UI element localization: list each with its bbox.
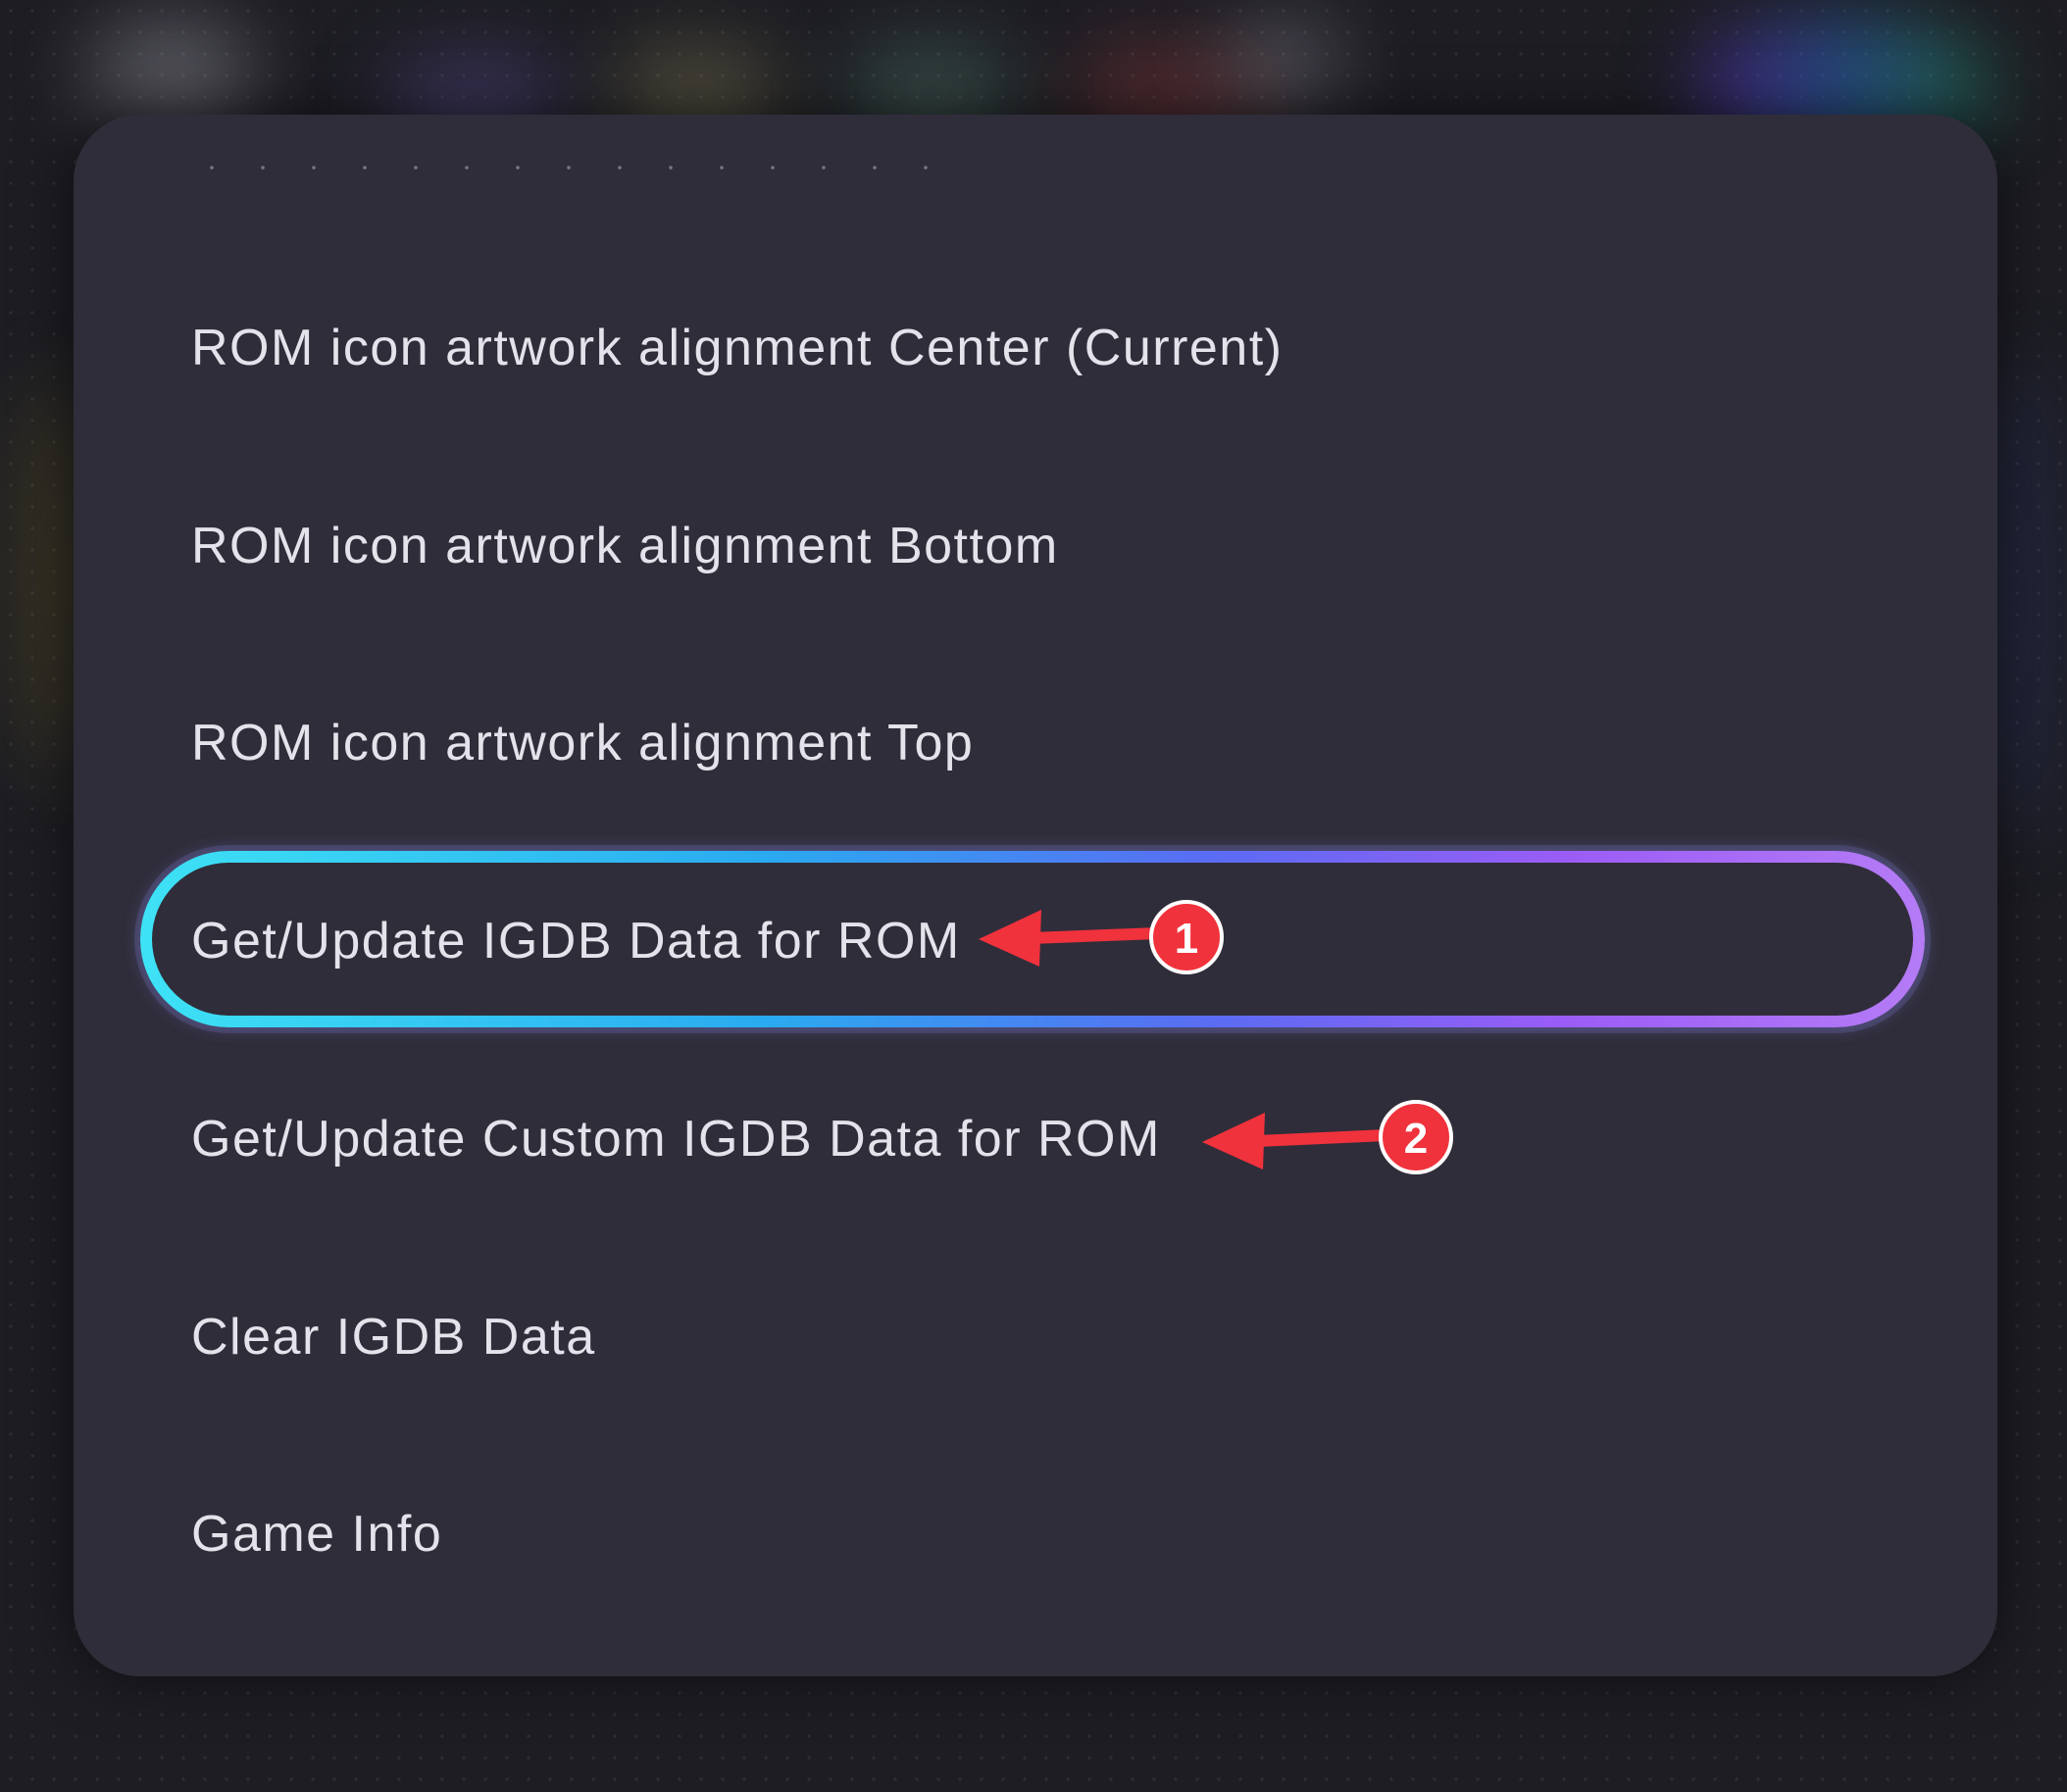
menu-item-label: Game Info — [191, 1506, 443, 1563]
menu-item-label: Clear IGDB Data — [191, 1309, 596, 1366]
menu-item-label: ROM icon artwork alignment Center (Curre… — [191, 320, 1284, 376]
background-glow — [88, 20, 255, 127]
menu-item-label: ROM icon artwork alignment Bottom — [191, 518, 1059, 574]
menu-item-alignment-top[interactable]: ROM icon artwork alignment Top — [191, 684, 974, 802]
menu-item-get-update-igdb[interactable]: Get/Update IGDB Data for ROM — [191, 882, 961, 1000]
menu-item-alignment-center[interactable]: ROM icon artwork alignment Center (Curre… — [191, 289, 1284, 407]
menu-item-game-info[interactable]: Game Info — [191, 1475, 442, 1593]
menu-item-label: Get/Update IGDB Data for ROM — [191, 913, 961, 970]
menu-item-get-update-custom-igdb[interactable]: Get/Update Custom IGDB Data for ROM — [191, 1080, 1161, 1198]
menu-item-alignment-bottom[interactable]: ROM icon artwork alignment Bottom — [191, 487, 1059, 605]
menu-item-clear-igdb[interactable]: Clear IGDB Data — [191, 1278, 596, 1396]
background-glow — [1226, 20, 1343, 108]
scroll-fade-indicator — [186, 165, 971, 171]
menu-item-label: ROM icon artwork alignment Top — [191, 715, 975, 772]
menu-item-label: Get/Update Custom IGDB Data for ROM — [191, 1111, 1161, 1168]
